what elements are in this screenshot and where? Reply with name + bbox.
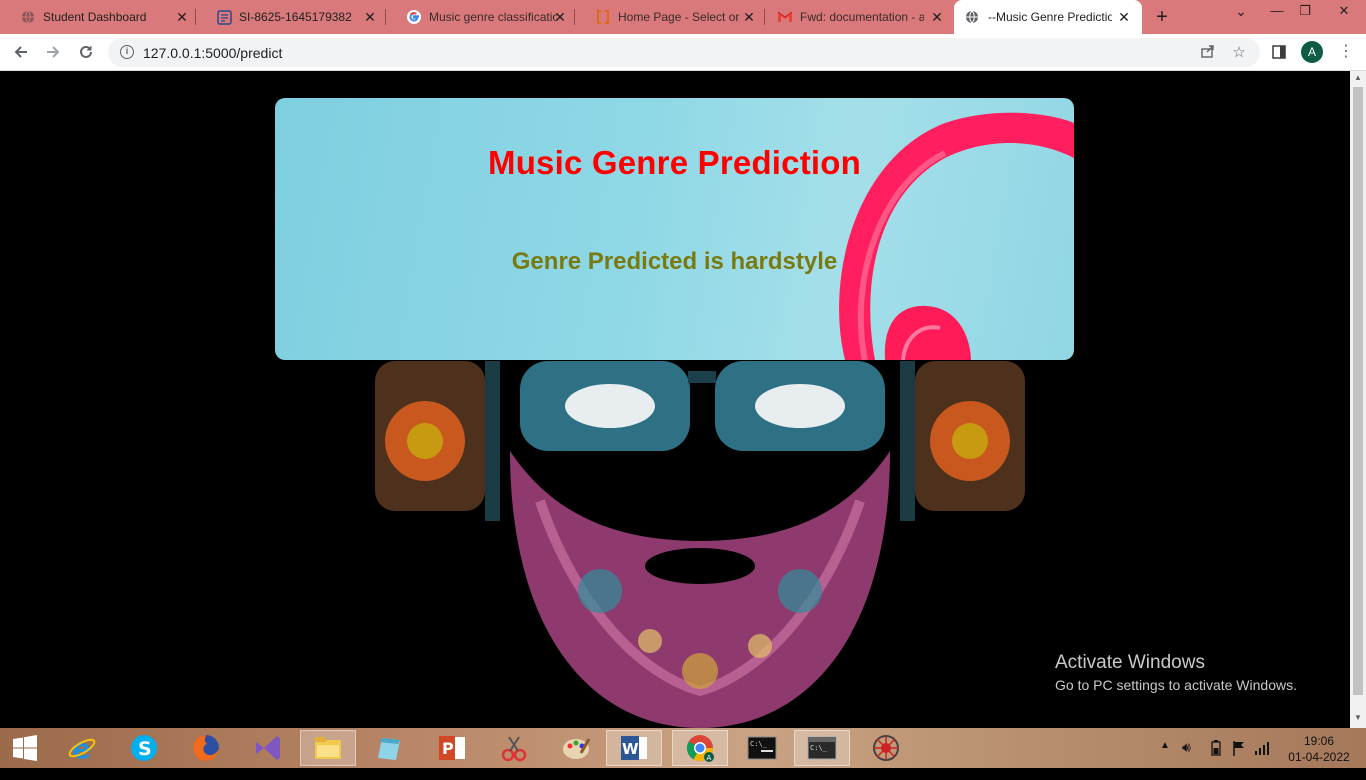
tab-home-page[interactable]: Home Page - Select or c ✕ [575,0,765,34]
page-viewport: Music Genre Prediction Genre Predicted i… [0,71,1350,728]
windows-start-icon[interactable] [0,730,50,766]
svg-text:W: W [622,740,639,758]
bracket-icon [595,9,611,25]
clock-date: 01-04-2022 [1288,750,1350,764]
new-tab-button[interactable]: + [1151,6,1173,28]
svg-text:P: P [442,739,454,758]
tab-fwd-documentation[interactable]: Fwd: documentation - a ✕ [765,0,954,34]
profile-avatar[interactable]: A [1301,41,1323,63]
battery-icon[interactable] [1211,740,1221,780]
browser-toolbar: i 127.0.0.1:5000/predict ☆ A ⋮ [0,34,1366,71]
menu-kebab-icon[interactable]: ⋮ [1335,41,1357,63]
page-title: Music Genre Prediction [488,144,861,181]
page-scrollbar[interactable]: ▲ ▼ [1350,71,1366,728]
skype-icon[interactable]: S [116,730,172,766]
svg-text:C:\_: C:\_ [750,740,768,748]
file-explorer-icon[interactable] [300,730,356,766]
tab-student-dashboard[interactable]: Student Dashboard ✕ [0,0,196,34]
window-close-icon[interactable]: ✕ [1322,0,1366,30]
tab-title: Fwd: documentation - a [800,10,924,24]
watermark-title: Activate Windows [1055,652,1205,673]
visual-studio-icon[interactable] [240,730,296,766]
powerpoint-icon[interactable]: P [424,730,480,766]
tab-si-8625[interactable]: SI-8625-1645179382 ✕ [196,0,386,34]
close-icon[interactable]: ✕ [173,8,191,26]
show-hidden-icons-icon[interactable]: ▲ [1160,740,1170,780]
google-icon [406,9,422,25]
gmail-icon [777,9,793,25]
share-icon[interactable] [1198,43,1218,63]
tab-music-genre-prediction[interactable]: --Music Genre Predictio ✕ [954,0,1142,34]
site-info-icon[interactable]: i [120,45,134,59]
volume-icon[interactable]: 🔊︎ [1182,739,1191,779]
url-text[interactable]: 127.0.0.1:5000/predict [143,45,282,61]
console-icon[interactable]: C:\_ [794,730,850,766]
minimize-icon[interactable]: — [1262,0,1292,30]
tab-music-genre-classification[interactable]: Music genre classificatio ✕ [386,0,575,34]
tab-strip: Student Dashboard ✕ SI-8625-1645179382 ✕… [0,0,1366,34]
svg-text:A: A [707,754,712,762]
paint-icon[interactable] [548,730,604,766]
svg-text:C:\_: C:\_ [810,744,828,752]
snipping-tool-icon[interactable] [486,730,542,766]
tab-title: Student Dashboard [43,10,147,24]
tab-title: Home Page - Select or c [618,10,742,24]
chrome-icon[interactable]: A [672,730,728,766]
watermark-subtitle: Go to PC settings to activate Windows. [1055,677,1297,693]
prediction-card: Music Genre Prediction Genre Predicted i… [275,98,1074,360]
close-icon[interactable]: ✕ [551,8,569,26]
close-icon[interactable]: ✕ [1115,8,1133,26]
forward-arrow-icon[interactable] [41,40,65,64]
firefox-icon[interactable] [178,730,234,766]
close-icon[interactable]: ✕ [740,8,758,26]
close-icon[interactable]: ✕ [928,8,946,26]
tab-title: Music genre classificatio [429,10,557,24]
restore-icon[interactable]: ❐ [1290,0,1320,30]
globe-icon [20,9,36,25]
close-icon[interactable]: ✕ [361,8,379,26]
tab-search-chevron-icon[interactable]: ⌄ [1226,0,1256,30]
document-icon [216,9,232,25]
activate-windows-watermark: Activate Windows Go to PC settings to ac… [1055,651,1297,695]
terminal-icon[interactable]: C:\_ [734,730,790,766]
svg-text:S: S [138,738,152,760]
wifi-signal-icon[interactable] [1254,740,1270,780]
scroll-up-arrow-icon[interactable]: ▲ [1354,73,1362,82]
bookmark-star-icon[interactable]: ☆ [1229,43,1249,63]
headphone-image [839,112,1074,360]
action-center-flag-icon[interactable] [1232,740,1246,780]
notepad-icon[interactable] [362,730,418,766]
word-icon[interactable]: W [606,730,662,766]
back-arrow-icon[interactable] [9,40,33,64]
clock-time: 19:06 [1303,734,1335,748]
reload-icon[interactable] [74,40,98,64]
address-bar[interactable]: i 127.0.0.1:5000/predict ☆ [108,38,1260,67]
system-clock[interactable]: 19:06 01-04-2022 [1284,733,1354,765]
network-icon[interactable] [858,730,914,766]
internet-explorer-icon[interactable]: e [54,730,110,766]
windows-taskbar: e S P W A C:\_ C:\_ ▲ 🔊︎ 19:06 01-04-202… [0,728,1366,768]
scrollbar-thumb[interactable] [1353,87,1363,695]
globe-icon [964,9,980,25]
scroll-down-arrow-icon[interactable]: ▼ [1354,713,1362,722]
side-panel-icon[interactable] [1268,41,1290,63]
tab-title: SI-8625-1645179382 [239,10,352,24]
tab-title: --Music Genre Predictio [988,10,1112,24]
prediction-result: Genre Predicted is hardstyle [511,248,838,275]
